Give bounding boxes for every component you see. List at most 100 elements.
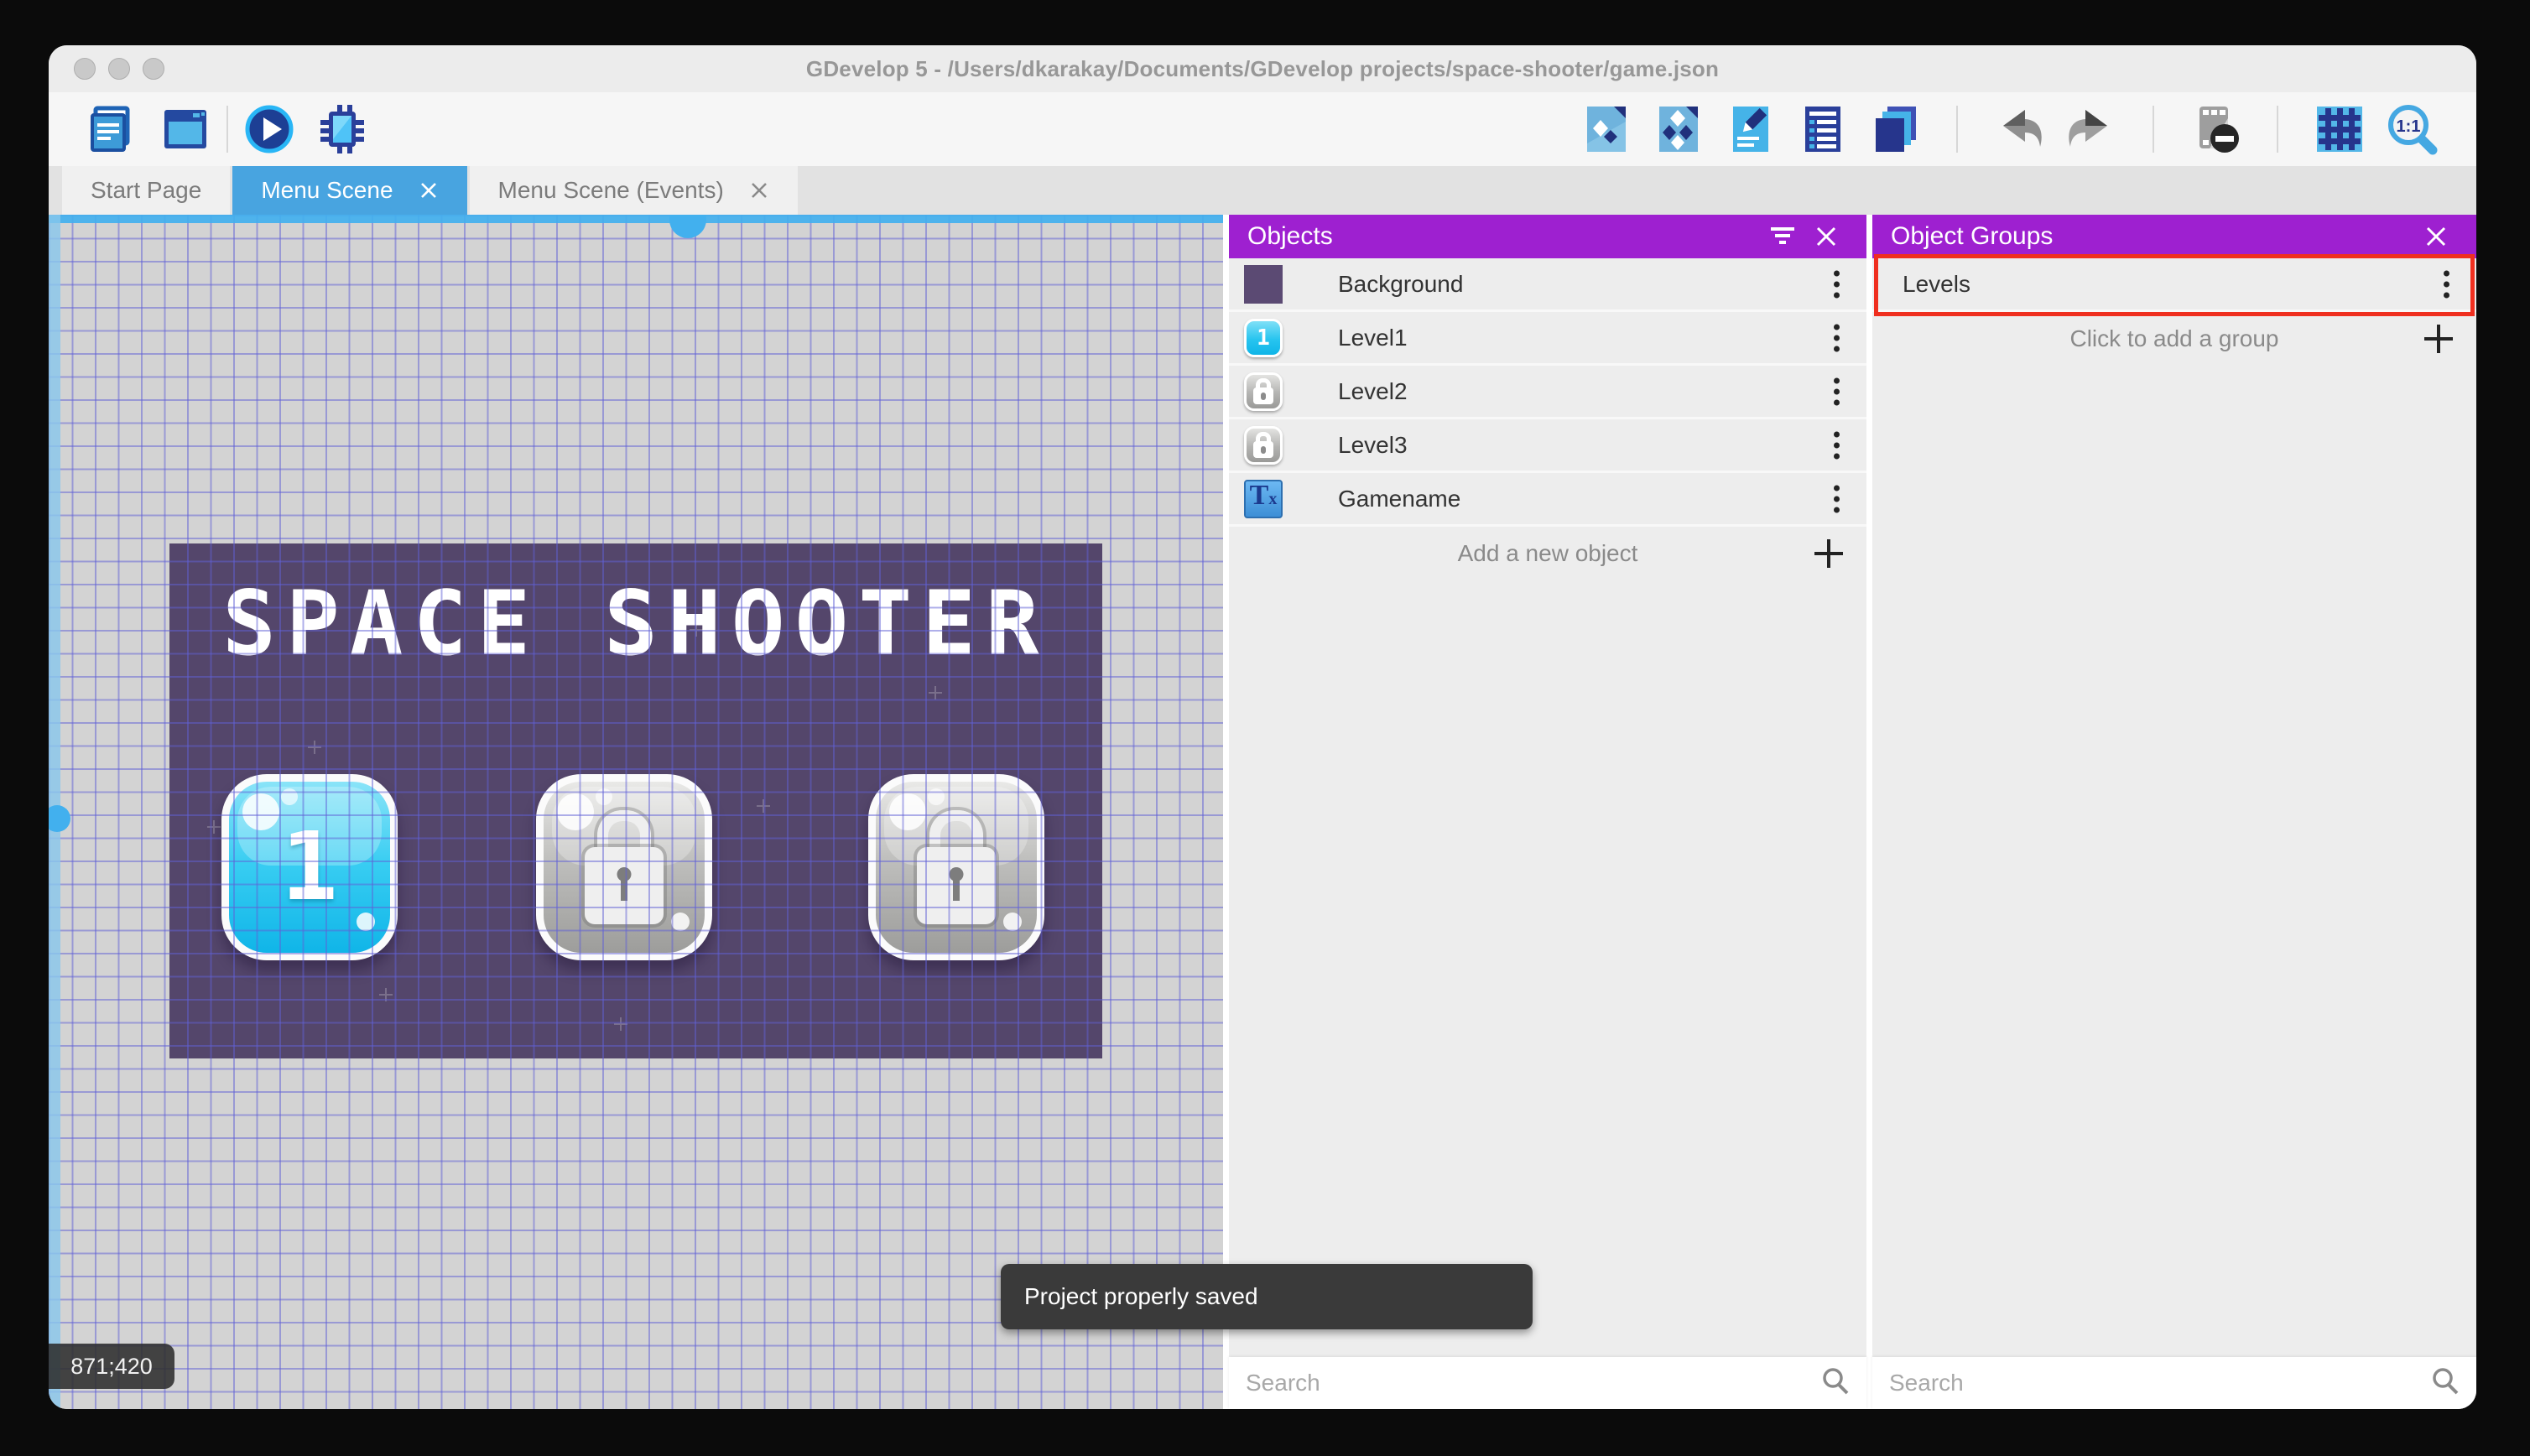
object-groups-icon[interactable] (1653, 103, 1705, 155)
lock-icon (917, 810, 996, 924)
debug-icon[interactable] (315, 103, 367, 155)
text-object-thumbnail: Tx (1244, 479, 1283, 518)
level1-button-instance[interactable]: 1 (221, 774, 398, 960)
toolbar-right-group: 1:1 (1580, 103, 2438, 155)
lock-icon (1253, 378, 1273, 404)
minimize-window-button[interactable] (108, 58, 130, 80)
add-group-label: Click to add a group (2069, 325, 2279, 351)
close-tab-icon[interactable] (419, 180, 439, 200)
object-name: Gamename (1338, 485, 1461, 512)
groups-search-input[interactable] (1887, 1369, 2429, 1397)
selection-top-edge (49, 215, 1223, 223)
object-menu-icon[interactable] (1829, 426, 1845, 464)
level2-button-instance[interactable] (536, 774, 712, 960)
object-name: Level3 (1338, 431, 1408, 458)
objects-search-bar (1229, 1357, 1866, 1409)
gloss-bubble (928, 788, 945, 805)
search-icon (2429, 1365, 2461, 1401)
scene-canvas[interactable]: SPACE SHOOTER 1 871;420 (49, 215, 1223, 1409)
selection-resize-handle[interactable] (669, 215, 706, 238)
editor-tab-bar: Start Page Menu Scene Menu Scene (Events… (49, 166, 2476, 215)
cursor-coordinates-badge: 871;420 (49, 1344, 174, 1389)
gloss-bubble (357, 913, 375, 931)
gloss-bubble (671, 913, 690, 931)
redo-icon[interactable] (2065, 103, 2117, 155)
tab-menu-scene[interactable]: Menu Scene (232, 166, 467, 215)
project-manager-icon[interactable] (87, 103, 139, 155)
window-controls (74, 58, 164, 80)
toolbar-separator (2153, 106, 2154, 153)
editor-content: SPACE SHOOTER 1 871;420 Objects Backgrou… (49, 215, 2476, 1409)
close-tab-icon[interactable] (749, 180, 769, 200)
groups-search-bar (1872, 1357, 2476, 1409)
zoom-1-1-icon[interactable]: 1:1 (2386, 103, 2438, 155)
panel-divider[interactable] (1223, 215, 1229, 1409)
object-row-level3[interactable]: Level3 (1229, 419, 1866, 473)
preview-play-icon[interactable] (243, 103, 295, 155)
background-instance[interactable]: SPACE SHOOTER 1 (169, 543, 1102, 1058)
level1-number: 1 (281, 813, 338, 922)
object-menu-icon[interactable] (1829, 372, 1845, 410)
add-group-row[interactable]: Click to add a group (1872, 312, 2476, 366)
object-menu-icon[interactable] (1829, 480, 1845, 517)
object-row-background[interactable]: Background (1229, 258, 1866, 312)
game-title-text[interactable]: SPACE SHOOTER (169, 572, 1102, 675)
object-name: Level1 (1338, 324, 1408, 351)
objects-search-input[interactable] (1244, 1369, 1819, 1397)
object-groups-panel: Object Groups Levels Click to add a grou… (1872, 215, 2476, 1409)
layers-icon[interactable] (1869, 103, 1921, 155)
object-row-level2[interactable]: Level2 (1229, 366, 1866, 419)
instances-mask-icon[interactable] (2189, 103, 2241, 155)
add-object-row[interactable]: Add a new object (1229, 527, 1866, 580)
filter-icon[interactable] (1761, 215, 1804, 258)
add-icon[interactable] (1813, 538, 1845, 569)
selection-resize-handle[interactable] (49, 805, 70, 832)
close-panel-icon[interactable] (2414, 215, 2458, 258)
panel-divider[interactable] (1866, 215, 1872, 1409)
objects-panel-empty-area (1229, 580, 1866, 1357)
object-row-gamename[interactable]: Tx Gamename (1229, 473, 1866, 527)
close-panel-icon[interactable] (1804, 215, 1848, 258)
instances-list-icon[interactable] (1797, 103, 1849, 155)
star-decoration (207, 820, 221, 834)
star-decoration (614, 1017, 627, 1031)
scene-window-icon[interactable] (159, 103, 211, 155)
object-menu-icon[interactable] (1829, 265, 1845, 303)
toast-message: Project properly saved (1024, 1283, 1258, 1309)
undo-icon[interactable] (1993, 103, 2045, 155)
close-window-button[interactable] (74, 58, 96, 80)
object-groups-panel-header: Object Groups (1872, 215, 2476, 258)
background-thumbnail (1244, 264, 1283, 304)
toolbar-preview-group (243, 103, 367, 155)
grid-icon[interactable] (2314, 103, 2366, 155)
level3-thumbnail (1244, 425, 1283, 465)
gloss-bubble (596, 788, 612, 805)
search-icon (1819, 1365, 1851, 1401)
object-menu-icon[interactable] (1829, 319, 1845, 356)
group-row-levels[interactable]: Levels (1872, 258, 2476, 312)
tab-label: Menu Scene (Events) (497, 177, 724, 203)
zoom-ratio-label: 1:1 (2397, 117, 2421, 136)
add-object-label: Add a new object (1457, 540, 1638, 566)
object-row-level1[interactable]: 1 Level1 (1229, 312, 1866, 366)
star-decoration (379, 988, 393, 1001)
window-title: GDevelop 5 - /Users/dkarakay/Documents/G… (805, 55, 1720, 81)
group-menu-icon[interactable] (2439, 265, 2455, 303)
toolbar-separator (2277, 106, 2278, 153)
object-groups-panel-title: Object Groups (1891, 222, 2054, 250)
add-icon[interactable] (2423, 323, 2455, 355)
object-name: Level2 (1338, 377, 1408, 404)
level2-thumbnail (1244, 372, 1283, 411)
gloss-bubble (242, 793, 279, 830)
objects-panel-title: Objects (1247, 222, 1333, 250)
app-window: GDevelop 5 - /Users/dkarakay/Documents/G… (49, 45, 2476, 1409)
lock-icon (585, 810, 664, 924)
tab-start-page[interactable]: Start Page (62, 166, 231, 215)
lock-icon (1253, 432, 1273, 458)
tab-menu-scene-events[interactable]: Menu Scene (Events) (469, 166, 798, 215)
zoom-window-button[interactable] (143, 58, 164, 80)
objects-panel-icon[interactable] (1580, 103, 1632, 155)
level3-button-instance[interactable] (868, 774, 1044, 960)
tab-label: Menu Scene (261, 177, 393, 203)
properties-icon[interactable] (1725, 103, 1777, 155)
